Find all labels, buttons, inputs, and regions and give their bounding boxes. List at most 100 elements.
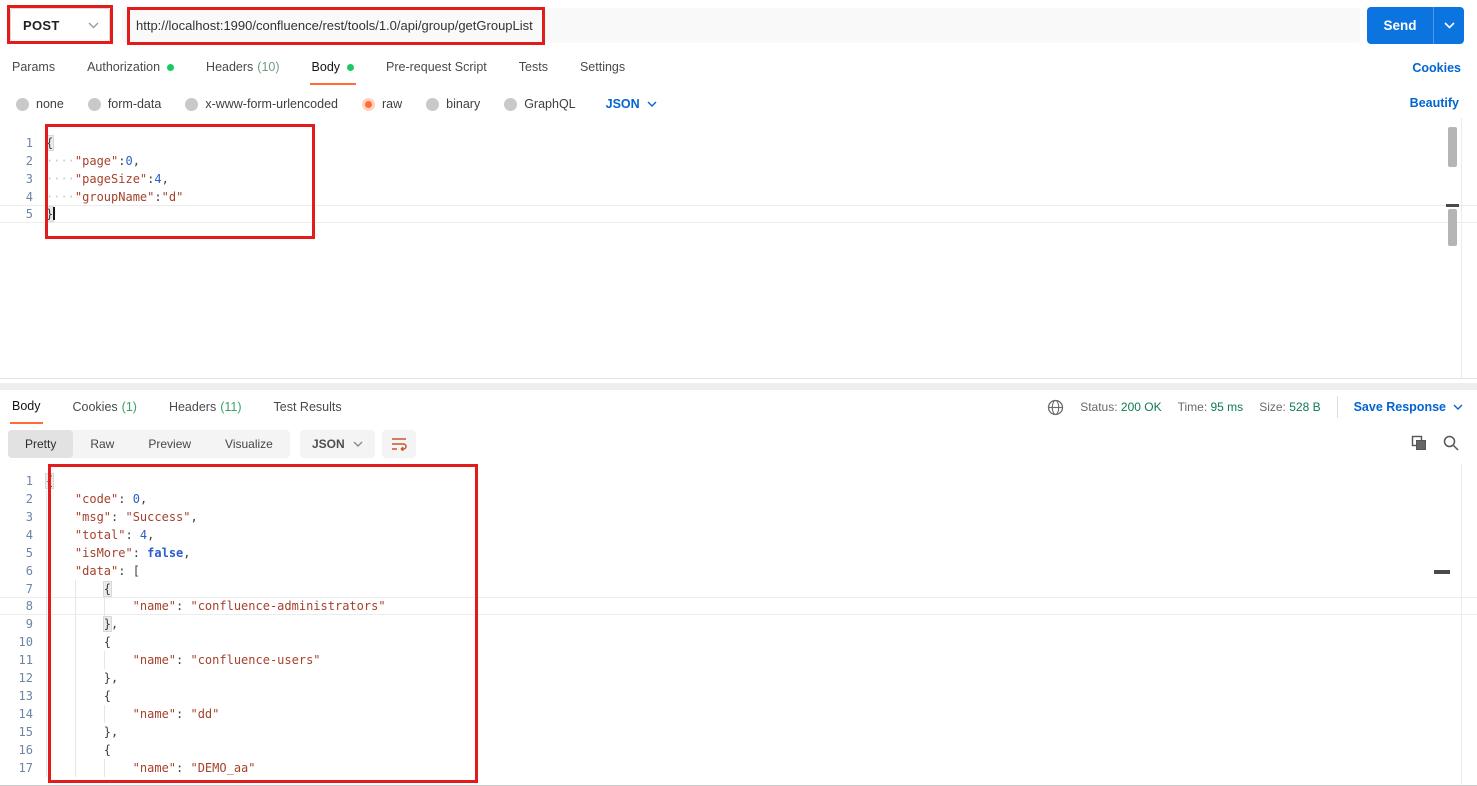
- globe-icon[interactable]: [1047, 399, 1064, 416]
- code-line[interactable]: 4 "total": 4,: [0, 526, 1477, 544]
- response-editor-scroll-marker[interactable]: [1434, 570, 1450, 574]
- code-text: ····"pageSize":4,: [46, 172, 169, 186]
- line-number: 6: [25, 564, 33, 578]
- code-line[interactable]: 11 "name": "confluence-users": [0, 651, 1477, 669]
- code-line[interactable]: 9 },: [0, 615, 1477, 633]
- line-number: 1: [25, 474, 33, 488]
- code-line[interactable]: 1{: [0, 472, 1477, 490]
- request-language-select[interactable]: JSON: [606, 97, 657, 111]
- save-response-button[interactable]: Save Response: [1354, 400, 1463, 414]
- line-number: 12: [18, 671, 33, 685]
- search-icon[interactable]: [1443, 435, 1459, 451]
- radio-binary[interactable]: binary: [426, 97, 480, 111]
- request-editor-scroll-marker: [1446, 204, 1459, 207]
- code-text: {: [46, 580, 112, 598]
- status-badge: Status: 200 OK: [1080, 400, 1162, 414]
- response-language-select[interactable]: JSON: [300, 430, 375, 458]
- line-number: 8: [25, 599, 33, 613]
- code-line[interactable]: 2 ····"page":0,: [0, 152, 1477, 170]
- line-number: 1: [25, 136, 33, 150]
- code-line[interactable]: 5}: [0, 205, 1477, 223]
- tab-response-cookies[interactable]: Cookies (1): [71, 392, 139, 424]
- method-select[interactable]: POST: [10, 8, 110, 42]
- code-text: "name": "DEMO_aa": [46, 759, 256, 777]
- view-pretty[interactable]: Pretty: [8, 430, 74, 458]
- code-line[interactable]: 17 "name": "DEMO_aa": [0, 759, 1477, 777]
- code-text: },: [46, 723, 118, 741]
- request-body-editor[interactable]: 1{2 ····"page":0, 3 ····"pageSize":4, 4 ····"…: [0, 118, 1477, 378]
- cookies-link[interactable]: Cookies: [1412, 61, 1461, 75]
- tab-body[interactable]: Body: [309, 54, 357, 85]
- url-input[interactable]: http://localhost:1990/confluence/rest/to…: [122, 8, 1360, 43]
- code-line[interactable]: 4 ····"groupName":"d": [0, 188, 1477, 206]
- copy-icon[interactable]: [1411, 435, 1427, 451]
- chevron-down-icon: [353, 441, 363, 447]
- chevron-down-icon: [88, 22, 99, 28]
- code-line[interactable]: 13 {: [0, 687, 1477, 705]
- code-text: ····"groupName":"d": [46, 190, 184, 204]
- view-raw[interactable]: Raw: [73, 430, 131, 458]
- wrap-text-icon: [392, 438, 407, 451]
- tab-tests[interactable]: Tests: [517, 54, 550, 83]
- tab-authorization[interactable]: Authorization: [85, 54, 176, 83]
- send-label: Send: [1383, 18, 1417, 33]
- send-options-button[interactable]: [1433, 7, 1464, 44]
- code-line[interactable]: 3 "msg": "Success",: [0, 508, 1477, 526]
- chevron-down-icon: [647, 101, 657, 107]
- line-number: 4: [25, 528, 33, 542]
- code-line[interactable]: 2 "code": 0,: [0, 490, 1477, 508]
- tab-response-headers[interactable]: Headers (11): [167, 392, 244, 424]
- green-dot-icon: [347, 63, 355, 71]
- code-line[interactable]: 6 "data": [: [0, 562, 1477, 580]
- line-number: 16: [18, 743, 33, 757]
- code-line[interactable]: 15 },: [0, 723, 1477, 741]
- code-text: },: [46, 615, 118, 633]
- line-number: 10: [18, 635, 33, 649]
- code-line[interactable]: 10 {: [0, 633, 1477, 651]
- line-number: 13: [18, 689, 33, 703]
- code-line[interactable]: 8 "name": "confluence-administrators": [0, 597, 1477, 616]
- time-badge: Time: 95 ms: [1177, 400, 1244, 414]
- code-text: {: [46, 474, 54, 488]
- method-label: POST: [23, 17, 60, 33]
- wrap-text-button[interactable]: [382, 430, 416, 458]
- line-number: 5: [25, 207, 33, 221]
- radio-x-www-form-urlencoded[interactable]: x-www-form-urlencoded: [185, 97, 338, 111]
- code-text: "total": 4,: [46, 526, 154, 544]
- line-number: 14: [18, 707, 33, 721]
- code-line[interactable]: 7 {: [0, 580, 1477, 598]
- request-bar: POST http://localhost:1990/confluence/re…: [0, 0, 1477, 54]
- tab-pre-request-script[interactable]: Pre-request Script: [384, 54, 489, 83]
- url-text: http://localhost:1990/confluence/rest/to…: [136, 18, 533, 33]
- section-divider[interactable]: [0, 383, 1477, 390]
- tab-response-body[interactable]: Body: [10, 392, 43, 424]
- request-editor-scrollbar[interactable]: [1448, 127, 1457, 167]
- view-visualize[interactable]: Visualize: [208, 430, 290, 458]
- tab-settings[interactable]: Settings: [578, 54, 627, 83]
- send-button[interactable]: Send: [1367, 7, 1464, 44]
- radio-raw[interactable]: raw: [362, 97, 402, 111]
- tab-test-results[interactable]: Test Results: [272, 392, 344, 424]
- code-line[interactable]: 5 "isMore": false,: [0, 544, 1477, 562]
- radio-none[interactable]: none: [16, 97, 64, 111]
- request-editor-scrollbar-lower[interactable]: [1448, 209, 1457, 246]
- tab-params[interactable]: Params: [10, 54, 57, 83]
- line-number: 5: [25, 546, 33, 560]
- postman-app: POST http://localhost:1990/confluence/re…: [0, 0, 1477, 786]
- code-line[interactable]: 1{: [0, 134, 1477, 152]
- response-body-editor[interactable]: 1{2 "code": 0, 3 "msg": "Success", 4 "tota…: [0, 464, 1477, 785]
- code-line[interactable]: 14 "name": "dd": [0, 705, 1477, 723]
- view-preview[interactable]: Preview: [131, 430, 208, 458]
- code-line[interactable]: 12 },: [0, 669, 1477, 687]
- radio-form-data[interactable]: form-data: [87, 97, 161, 111]
- body-type-row: none form-data x-www-form-urlencoded raw…: [0, 90, 1477, 118]
- radio-graphql[interactable]: GraphQL: [504, 97, 576, 111]
- line-number: 7: [25, 582, 33, 596]
- code-line[interactable]: 16 {: [0, 741, 1477, 759]
- green-dot-icon: [167, 63, 175, 71]
- code-text: {: [46, 687, 111, 705]
- tab-headers[interactable]: Headers (10): [204, 54, 281, 83]
- code-text: {: [46, 741, 111, 759]
- code-line[interactable]: 3 ····"pageSize":4,: [0, 170, 1477, 188]
- beautify-link[interactable]: Beautify: [1410, 96, 1459, 110]
